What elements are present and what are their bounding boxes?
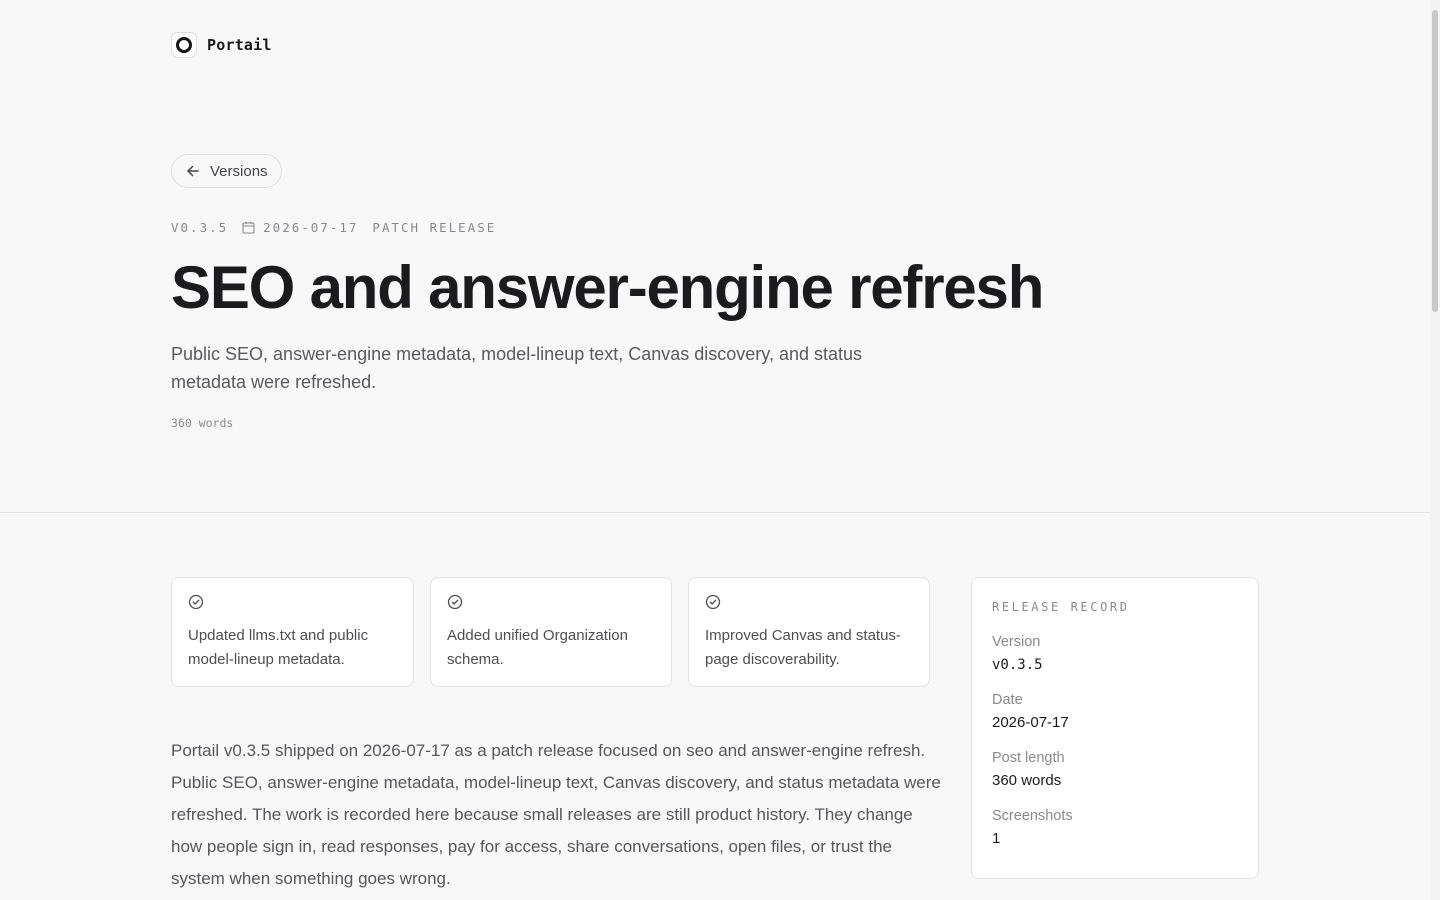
record-item-screenshots: Screenshots 1 (992, 806, 1238, 850)
record-value: 2026-07-17 (992, 714, 1069, 731)
release-meta: V0.3.5 2026-07-17 PATCH RELEASE (171, 220, 496, 235)
highlight-text: Added unified Organization schema. (447, 627, 628, 668)
highlights: Updated llms.txt and public model-lineup… (171, 577, 930, 687)
record-item-version: Version v0.3.5 (992, 632, 1238, 676)
calendar-icon (242, 221, 255, 234)
portail-logo-icon (171, 32, 197, 58)
record-item-post-length: Post length 360 words (992, 748, 1238, 792)
release-body: Portail v0.3.5 shipped on 2026-07-17 as … (171, 741, 941, 888)
record-item-date: Date 2026-07-17 (992, 690, 1238, 734)
page-title: SEO and answer-engine refresh (171, 254, 1044, 321)
release-type: PATCH RELEASE (372, 220, 497, 235)
brand[interactable]: Portail (171, 32, 272, 58)
release-record-title: RELEASE RECORD (992, 600, 1130, 614)
section-divider (0, 512, 1430, 513)
release-version: V0.3.5 (171, 220, 229, 235)
release-record-panel: RELEASE RECORD Version v0.3.5 Date 2026-… (971, 577, 1259, 879)
check-circle-icon (705, 594, 721, 610)
brand-name: Portail (207, 36, 272, 54)
highlight-card: Added unified Organization schema. (430, 577, 672, 687)
highlight-card: Updated llms.txt and public model-lineup… (171, 577, 414, 687)
highlight-card: Improved Canvas and status-page discover… (688, 577, 930, 687)
record-value: 1 (992, 830, 1001, 847)
versions-back-button[interactable]: Versions (171, 154, 282, 188)
record-value: 360 words (992, 772, 1062, 789)
check-circle-icon (188, 594, 204, 610)
record-label: Version (992, 634, 1041, 650)
release-summary: Public SEO, answer-engine metadata, mode… (171, 344, 863, 392)
highlight-text: Updated llms.txt and public model-lineup… (188, 627, 369, 668)
record-label: Screenshots (992, 808, 1073, 824)
page-scrollbar[interactable] (1430, 0, 1440, 900)
check-circle-icon (447, 594, 463, 610)
word-count: 360 words (171, 416, 234, 430)
record-value: v0.3.5 (992, 657, 1043, 673)
record-label: Date (992, 692, 1023, 708)
versions-back-label: Versions (210, 162, 268, 180)
scrollbar-thumb[interactable] (1432, 10, 1438, 312)
record-label: Post length (992, 750, 1065, 766)
arrow-left-icon (187, 165, 199, 177)
release-date: 2026-07-17 (263, 220, 359, 235)
highlight-text: Improved Canvas and status-page discover… (705, 627, 901, 668)
